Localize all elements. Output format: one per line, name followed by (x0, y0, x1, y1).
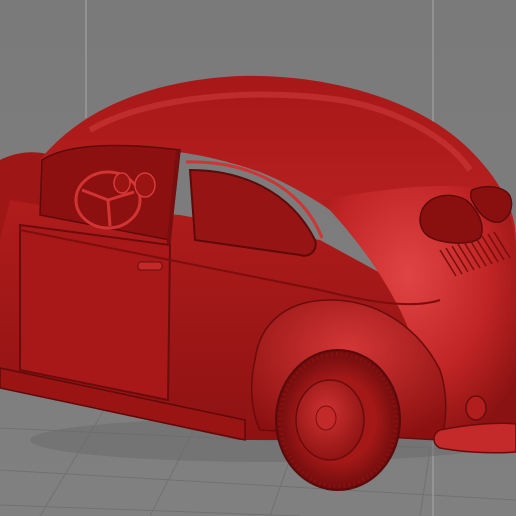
tail-light (465, 395, 487, 421)
viewport-canvas[interactable] (0, 0, 516, 516)
speedometer-gauge (134, 172, 156, 198)
front-door (19, 223, 172, 402)
hubcap-center (315, 405, 337, 431)
door-handle[interactable] (137, 261, 163, 271)
dash-gauge (113, 172, 131, 194)
3d-viewport[interactable] (0, 0, 516, 516)
